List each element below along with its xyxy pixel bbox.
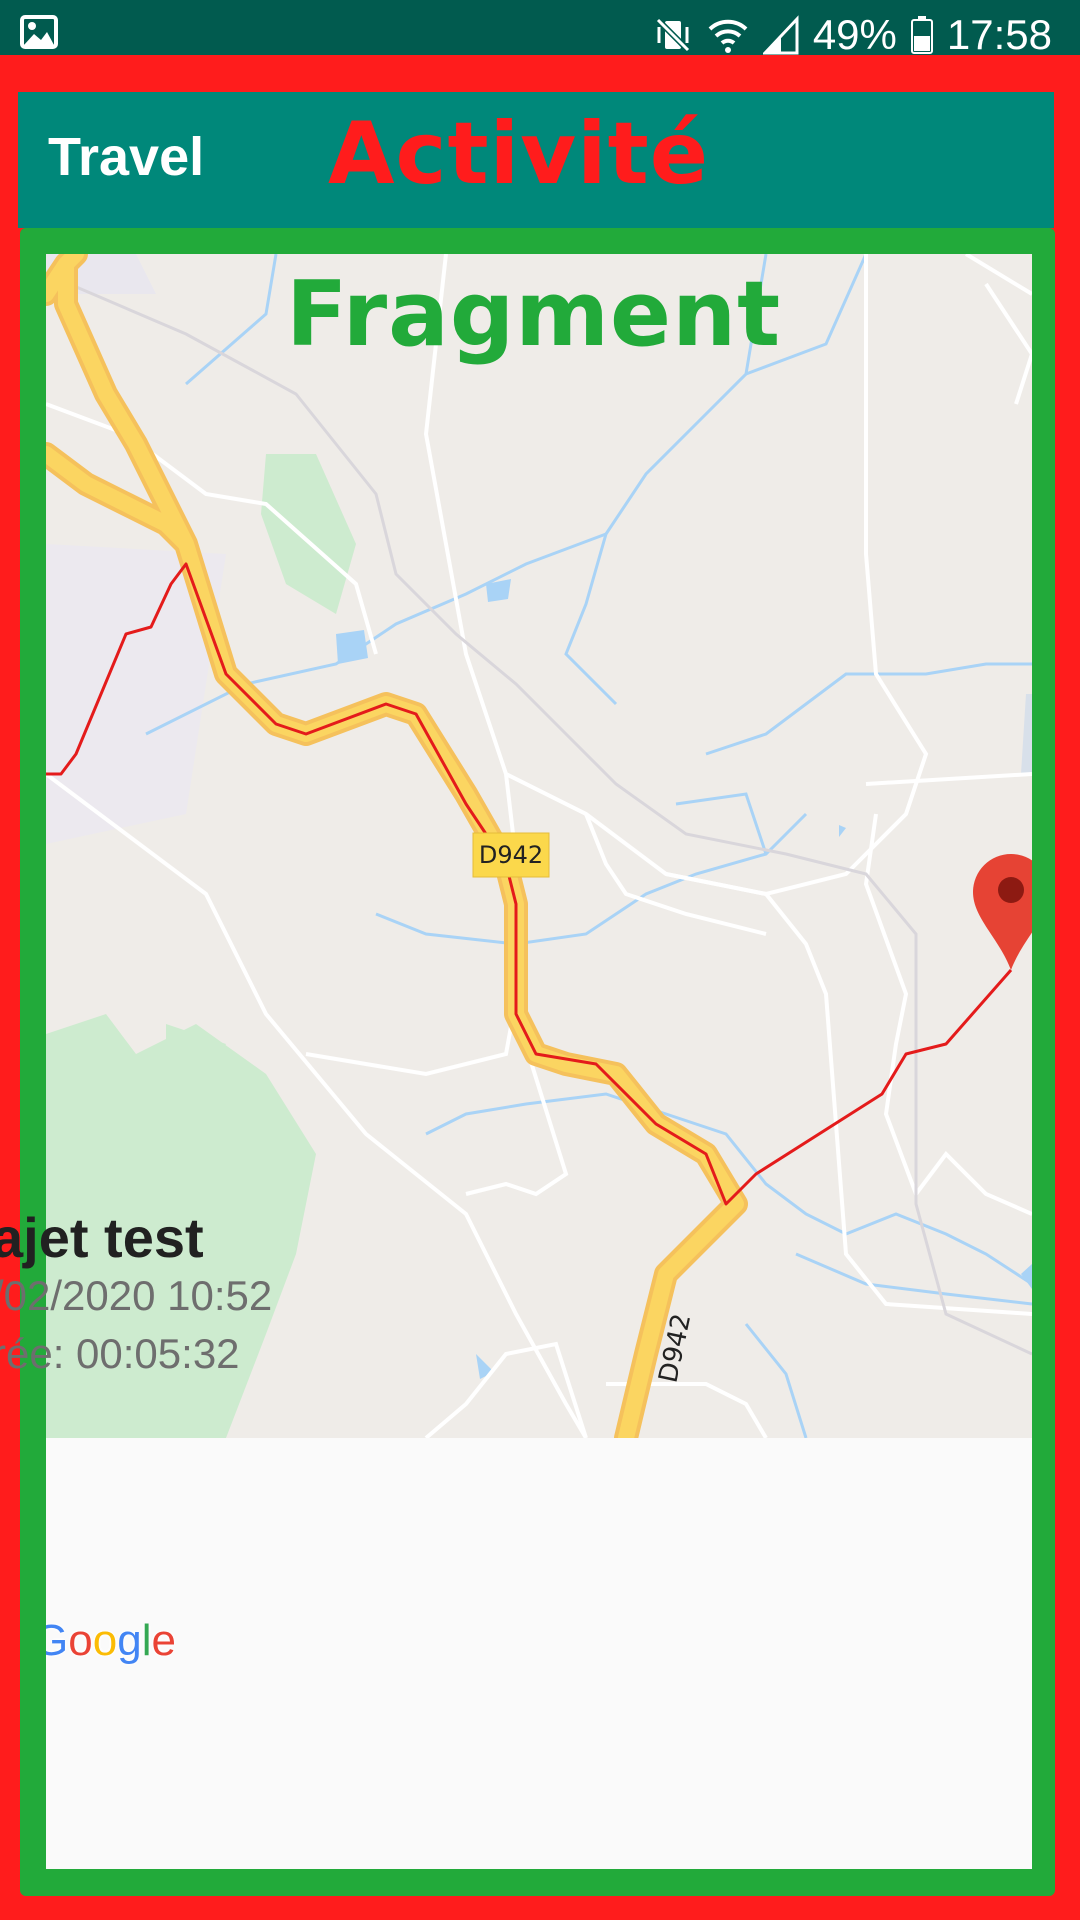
- trip-duration: rée: 00:05:32: [0, 1330, 240, 1377]
- trip-title: ajet test: [0, 1206, 204, 1269]
- signal-icon: [762, 15, 799, 55]
- fragment-label: Fragment: [286, 262, 782, 367]
- trip-date: /02/2020 10:52: [0, 1272, 273, 1319]
- image-icon: [20, 15, 58, 49]
- clock: 17:58: [946, 11, 1052, 58]
- fragment-content: D942 D942 Google: [46, 254, 1032, 1869]
- trip-details: [46, 1438, 1032, 1869]
- toolbar-title: Travel: [48, 127, 205, 187]
- road-shield-d942: D942: [472, 832, 550, 878]
- battery-percent: 49%: [812, 11, 897, 58]
- activity-label: Activité: [328, 104, 710, 204]
- mute-vibrate-icon: [655, 17, 690, 53]
- wifi-icon: [708, 19, 748, 53]
- battery-icon: [910, 16, 933, 54]
- road-label: D942: [479, 841, 543, 869]
